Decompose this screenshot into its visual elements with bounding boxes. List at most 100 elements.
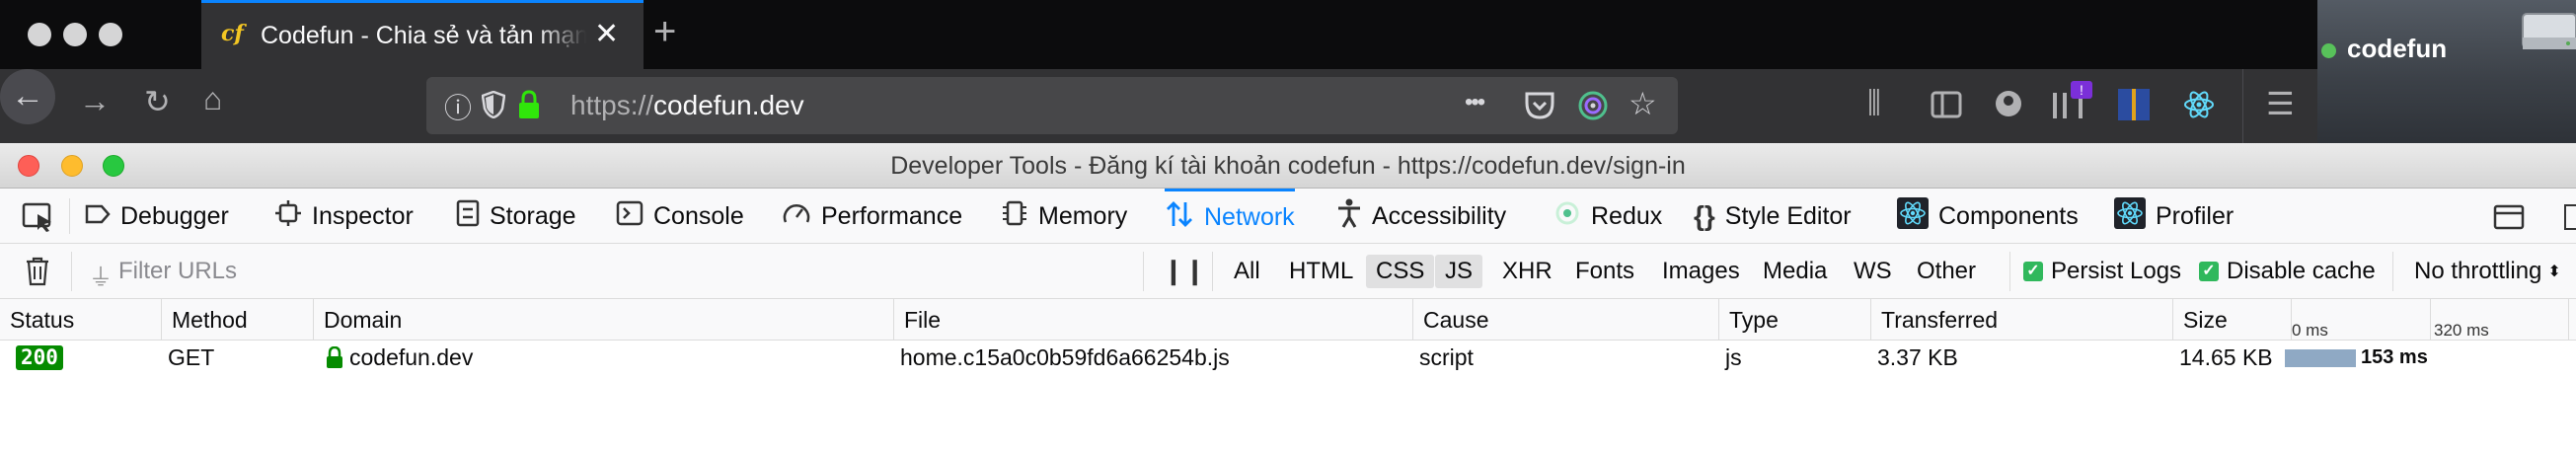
tab-label: Accessibility xyxy=(1372,201,1507,230)
disable-cache-checkbox[interactable]: ✓ Disable cache xyxy=(2199,244,2376,299)
persist-logs-checkbox[interactable]: ✓ Persist Logs xyxy=(2023,244,2181,299)
column-type[interactable]: Type xyxy=(1719,299,1871,341)
column-method[interactable]: Method xyxy=(162,299,314,341)
codefun-favicon-icon: cf xyxy=(221,21,244,46)
disable-cache-label: Disable cache xyxy=(2227,258,2376,284)
url-text[interactable]: https://codefun.dev xyxy=(570,90,804,121)
column-file[interactable]: File xyxy=(894,299,1413,341)
browser-tab-codefun[interactable]: cf Codefun - Chia sẻ và tản mạn n ✕ xyxy=(201,0,644,69)
tab-style-editor[interactable]: {} Style Editor xyxy=(1694,189,1852,244)
filter-type-all[interactable]: All xyxy=(1224,255,1270,288)
tab-label: Redux xyxy=(1591,201,1663,230)
bookmark-star-icon[interactable]: ☆ xyxy=(1629,85,1657,122)
toolbar-divider xyxy=(2242,69,2243,143)
column-cause[interactable]: Cause xyxy=(1413,299,1719,341)
request-transferred: 3.37 KB xyxy=(1877,344,1958,370)
browser-tab-bar: cf Codefun - Chia sẻ và tản mạn n ✕ + xyxy=(0,0,2317,69)
tab-profiler[interactable]: Profiler xyxy=(2114,189,2234,244)
filter-urls-input[interactable]: Filter URLs xyxy=(91,244,1137,299)
request-type: js xyxy=(1725,344,1742,370)
filter-type-other[interactable]: Other xyxy=(1907,255,1986,288)
tab-label: Performance xyxy=(821,201,963,230)
devtools-title-bar: Developer Tools - Đăng kí tài khoản code… xyxy=(0,143,2576,189)
tab-label: Profiler xyxy=(2156,201,2235,230)
tab-label: Console xyxy=(653,201,744,230)
hamburger-menu-icon[interactable]: ☰ xyxy=(2266,85,2295,122)
forward-button[interactable]: → xyxy=(79,83,111,119)
filter-type-fonts[interactable]: Fonts xyxy=(1565,255,1644,288)
tab-label: Network xyxy=(1204,203,1295,231)
pause-recording-icon[interactable]: ❙❙ xyxy=(1163,256,1206,286)
back-button[interactable]: ← xyxy=(0,69,55,124)
tracking-shield-icon[interactable] xyxy=(482,91,505,118)
secure-lock-icon xyxy=(519,90,539,118)
accessibility-icon xyxy=(1336,198,1362,235)
tab-label: Inspector xyxy=(312,201,414,230)
column-domain[interactable]: Domain xyxy=(314,299,894,341)
filter-type-xhr[interactable]: XHR xyxy=(1492,255,1562,288)
filter-type-js[interactable]: JS xyxy=(1435,255,1483,288)
tab-label: Debugger xyxy=(120,201,229,230)
network-icon xyxy=(1165,200,1194,235)
reload-button[interactable]: ↻ xyxy=(144,83,171,120)
vuejs-devtools-icon[interactable] xyxy=(2118,89,2150,120)
tab-label: Components xyxy=(1938,201,2079,230)
pocket-icon[interactable] xyxy=(1524,91,1555,120)
react-devtools-icon[interactable] xyxy=(2183,89,2215,120)
tab-debugger[interactable]: Debugger xyxy=(85,189,229,244)
request-domain-text: codefun.dev xyxy=(349,344,474,370)
window-minimize-button[interactable] xyxy=(63,23,87,46)
debugger-icon xyxy=(85,201,111,232)
page-actions-icon[interactable]: ••• xyxy=(1465,89,1485,116)
column-transferred[interactable]: Transferred xyxy=(1871,299,2173,341)
redux-devtools-extension-icon[interactable]: ! xyxy=(2053,81,2092,120)
react-icon xyxy=(1897,196,1929,236)
account-icon[interactable] xyxy=(1994,89,2023,118)
tab-close-icon[interactable]: ✕ xyxy=(594,17,619,51)
window-zoom-button[interactable] xyxy=(99,23,122,46)
checkmark-icon: ✓ xyxy=(2023,262,2043,281)
tab-memory[interactable]: Memory xyxy=(1001,189,1127,244)
online-status-dot xyxy=(2321,43,2336,58)
url-bar[interactable]: ⓘ https://codefun.dev ••• ☆ xyxy=(426,77,1678,134)
tab-accessibility[interactable]: Accessibility xyxy=(1336,189,1506,244)
network-filter-bar: ⏚ Filter URLs ❙❙ All HTML CSS JS XHR Fon… xyxy=(0,244,2576,299)
sidebar-toggle-icon[interactable] xyxy=(1931,91,1962,118)
tab-inspector[interactable]: Inspector xyxy=(274,189,414,244)
filter-type-css[interactable]: CSS xyxy=(1366,255,1435,288)
tab-network[interactable]: Network xyxy=(1165,189,1295,244)
new-tab-button[interactable]: + xyxy=(653,10,676,54)
tab-label: Style Editor xyxy=(1724,201,1852,230)
redux-icon xyxy=(1553,199,1581,234)
throttling-value: No throttling xyxy=(2414,258,2542,284)
column-waterfall[interactable]: 0 ms 320 ms xyxy=(2292,299,2576,341)
tab-storage[interactable]: Storage xyxy=(456,189,576,244)
checkmark-icon: ✓ xyxy=(2199,262,2219,281)
filter-type-images[interactable]: Images xyxy=(1652,255,1750,288)
extension-circle-icon[interactable] xyxy=(1577,90,1609,121)
filter-type-media[interactable]: Media xyxy=(1753,255,1837,288)
clear-requests-trash-icon[interactable] xyxy=(26,257,49,286)
throttling-select[interactable]: No throttling ⬍ xyxy=(2414,244,2561,299)
overflow-menu-icon[interactable] xyxy=(2564,204,2576,230)
tab-console[interactable]: Console xyxy=(616,189,744,244)
hard-drive-icon[interactable] xyxy=(2517,8,2576,77)
request-domain: codefun.dev xyxy=(326,341,473,374)
table-row[interactable]: 200 GET codefun.dev home.c15a0c0b59fd6a6… xyxy=(0,341,2576,374)
request-size: 14.65 KB xyxy=(2179,344,2273,370)
home-button[interactable]: ⌂ xyxy=(203,81,222,117)
filter-type-html[interactable]: HTML xyxy=(1279,255,1363,288)
dock-side-icon[interactable] xyxy=(2493,204,2525,230)
filter-type-ws[interactable]: WS xyxy=(1844,255,1902,288)
column-status[interactable]: Status xyxy=(0,299,162,341)
element-picker-icon[interactable] xyxy=(22,202,55,232)
waterfall-timing-label: 153 ms xyxy=(2361,346,2428,368)
tab-performance[interactable]: Performance xyxy=(782,189,962,244)
info-icon[interactable]: ⓘ xyxy=(444,87,472,126)
window-close-button[interactable] xyxy=(28,23,51,46)
filter-urls-placeholder: Filter URLs xyxy=(118,258,238,284)
tab-redux[interactable]: Redux xyxy=(1553,189,1662,244)
tab-components[interactable]: Components xyxy=(1897,189,2079,244)
column-size[interactable]: Size xyxy=(2173,299,2292,341)
library-icon[interactable]: ⫼ xyxy=(1867,87,1881,120)
